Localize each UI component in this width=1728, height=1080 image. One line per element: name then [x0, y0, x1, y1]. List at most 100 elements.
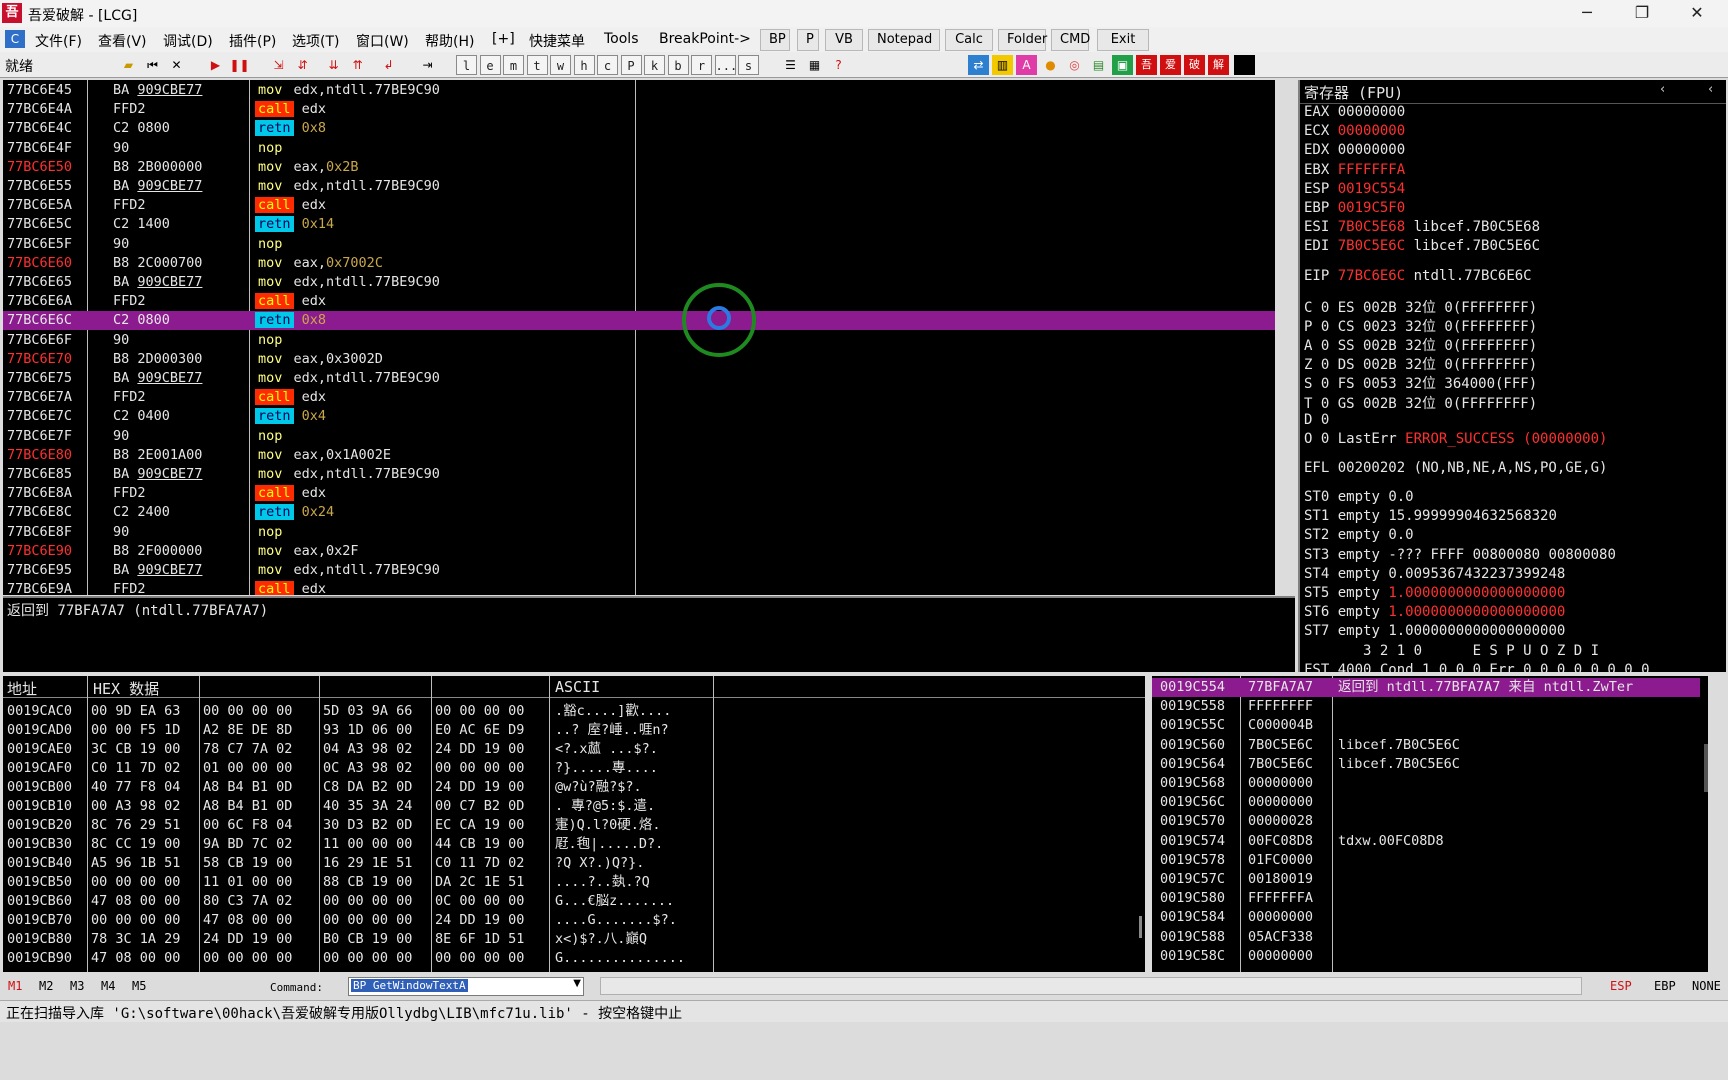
disasm-row[interactable]: 77BC6E8C C2 2400 retn 0x24 [3, 503, 1275, 522]
monitor-icon[interactable]: ▣ [1112, 55, 1133, 75]
stack-row[interactable]: 0019C568 00000000 [1152, 774, 1700, 793]
grid-view-icon[interactable]: ▦ [804, 55, 825, 75]
network-icon[interactable]: ▤ [1088, 55, 1109, 75]
trace-over-icon[interactable]: ⇈ [347, 55, 368, 75]
stack-scrollbar[interactable] [1704, 744, 1708, 792]
execute-till-return-icon[interactable]: ↲ [378, 55, 399, 75]
disasm-row[interactable]: 77BC6E80 B8 2E001A00 mov eax,0x1A002E [3, 446, 1275, 465]
menu-button-vb[interactable]: VB [825, 29, 863, 51]
stack-row[interactable]: 0019C56C 00000000 [1152, 793, 1700, 812]
stack-mode-none[interactable]: NONE [1692, 979, 1721, 993]
memory-tab-m3[interactable]: M3 [70, 979, 84, 993]
stack-row[interactable]: 0019C580 FFFFFFFA [1152, 889, 1700, 908]
hex-dump-pane[interactable]: 地址 HEX 数据 ASCII 0019CAC0 00 9D EA 63 00 00… [3, 676, 1145, 972]
dump-row[interactable]: 0019CB90 47 08 00 00 00 00 00 00 00 00 00 0… [3, 949, 1145, 968]
register-value[interactable]: 00000000 [1338, 142, 1405, 158]
dump-row[interactable]: 0019CB60 47 08 00 00 80 C3 7A 02 00 00 00 0… [3, 892, 1145, 911]
stack-mode-ebp[interactable]: EBP [1654, 979, 1676, 993]
memory-tab-m2[interactable]: M2 [39, 979, 53, 993]
plugin-icon[interactable]: ▥ [992, 55, 1013, 75]
rewind-icon[interactable]: ⏮ [142, 55, 163, 75]
help-icon[interactable]: ? [828, 55, 849, 75]
child-window-icon[interactable]: C [5, 30, 25, 48]
dump-row[interactable]: 0019CB40 A5 96 1B 51 58 CB 19 00 16 29 1E 5… [3, 854, 1145, 873]
step-over-icon[interactable]: ⇵ [292, 55, 313, 75]
dropdown-chevron-icon[interactable]: ▼ [573, 978, 581, 989]
stack-row[interactable]: 0019C57C 00180019 [1152, 870, 1700, 889]
menu-button-folder[interactable]: Folder [998, 29, 1047, 51]
disasm-row[interactable]: 77BC6E9A FFD2 call edx [3, 580, 1275, 595]
swap-icon[interactable]: ⇄ [968, 55, 989, 75]
stack-row[interactable]: 0019C560 7B0C5E6C libcef.7B0C5E6C [1152, 736, 1700, 755]
disasm-row[interactable]: 77BC6E95 BA 909CBE77 mov edx,ntdll.77BE9C9… [3, 561, 1275, 580]
window-button-9[interactable]: b [667, 55, 689, 75]
disasm-row[interactable]: 77BC6E4C C2 0800 retn 0x8 [3, 119, 1275, 138]
disasm-row[interactable]: 77BC6E7C C2 0400 retn 0x4 [3, 407, 1275, 426]
menu-button-cmd[interactable]: CMD [1051, 29, 1090, 51]
stack-row[interactable]: 0019C570 00000028 [1152, 812, 1700, 831]
disasm-row[interactable]: 77BC6E6A FFD2 call edx [3, 292, 1275, 311]
fpu-value[interactable]: 0.0095367432237399248 [1388, 566, 1565, 582]
trace-into-icon[interactable]: ⇊ [323, 55, 344, 75]
menu-button-p[interactable]: P [797, 29, 819, 51]
disasm-row[interactable]: 77BC6E4A FFD2 call edx [3, 100, 1275, 119]
disasm-row[interactable]: 77BC6E50 B8 2B000000 mov eax,0x2B [3, 158, 1275, 177]
ai-icon[interactable]: 爱 [1160, 55, 1181, 75]
stack-row[interactable]: 0019C558 FFFFFFFF [1152, 697, 1700, 716]
chevron-left-icon[interactable]: ‹ [1660, 82, 1665, 97]
disasm-row[interactable]: 77BC6E5A FFD2 call edx [3, 196, 1275, 215]
register-value[interactable]: 00000000 [1338, 104, 1405, 120]
window-button-8[interactable]: k [644, 55, 665, 75]
disasm-row[interactable]: 77BC6E55 BA 909CBE77 mov edx,ntdll.77BE9C9… [3, 177, 1275, 196]
menu-button-exit[interactable]: Exit [1097, 29, 1149, 51]
menu-button-bp[interactable]: BP [760, 29, 790, 51]
register-value[interactable]: 0019C5F0 [1338, 200, 1405, 216]
list-view-icon[interactable]: ☰ [780, 55, 801, 75]
close-process-icon[interactable]: ✕ [166, 55, 187, 75]
menu-item[interactable]: [+] [492, 31, 515, 47]
disasm-row[interactable]: 77BC6E85 BA 909CBE77 mov edx,ntdll.77BE9C9… [3, 465, 1275, 484]
dump-row[interactable]: 0019CB50 00 00 00 00 11 01 00 00 88 CB 19 0… [3, 873, 1145, 892]
open-folder-icon[interactable]: ▰ [118, 55, 139, 75]
window-button-5[interactable]: h [573, 55, 595, 75]
pause-icon[interactable]: ❚❚ [229, 55, 250, 75]
menu-item[interactable]: BreakPoint-> [659, 31, 751, 47]
stack-row[interactable]: 0019C554 77BFA7A7 返回到 ntdll.77BFA7A7 来自 nt… [1152, 678, 1700, 697]
stack-row[interactable]: 0019C584 00000000 [1152, 908, 1700, 927]
dump-row[interactable]: 0019CB10 00 A3 98 02 A8 B4 B1 0D 40 35 3A 2… [3, 797, 1145, 816]
stack-row[interactable]: 0019C564 7B0C5E6C libcef.7B0C5E6C [1152, 755, 1700, 774]
memory-tab-m4[interactable]: M4 [101, 979, 115, 993]
register-value[interactable]: 7B0C5E68 [1338, 219, 1405, 235]
fpu-value[interactable]: -??? FFFF 00800080 00800080 [1388, 547, 1616, 563]
dump-row[interactable]: 0019CAF0 C0 11 7D 02 01 00 00 00 0C A3 98 0… [3, 759, 1145, 778]
jie-icon[interactable]: 解 [1208, 55, 1229, 75]
black-box-icon[interactable] [1234, 55, 1255, 75]
go-to-icon[interactable]: ⇥ [417, 55, 438, 75]
dump-row[interactable]: 0019CB80 78 3C 1A 29 24 DD 19 00 B0 CB 19 0… [3, 930, 1145, 949]
window-button-10[interactable]: r [691, 55, 712, 75]
disasm-row[interactable]: 77BC6E90 B8 2F000000 mov eax,0x2F [3, 542, 1275, 561]
menu-item[interactable]: 文件(F) [35, 31, 82, 51]
dump-row[interactable]: 0019CAD0 00 00 F5 1D A2 8E DE 8D 93 1D 06 0… [3, 721, 1145, 740]
window-button-11[interactable]: ... [714, 55, 737, 75]
stack-row[interactable]: 0019C574 00FC08D8 tdxw.00FC08D8 [1152, 832, 1700, 851]
disasm-row[interactable]: 77BC6E5F 90 nop [3, 235, 1275, 254]
menu-button-notepad[interactable]: Notepad [868, 29, 940, 51]
disasm-row[interactable]: 77BC6E5C C2 1400 retn 0x14 [3, 215, 1275, 234]
disasm-row[interactable]: 77BC6E65 BA 909CBE77 mov edx,ntdll.77BE9C9… [3, 273, 1275, 292]
menu-item[interactable]: Tools [604, 31, 639, 47]
window-button-0[interactable]: l [456, 55, 477, 75]
command-input[interactable]: BP GetWindowTextA ▼ [348, 977, 584, 996]
register-value[interactable]: 77BC6E6C [1338, 268, 1405, 284]
dump-row[interactable]: 0019CB20 8C 76 29 51 00 6C F8 04 30 D3 B2 0… [3, 816, 1145, 835]
registers-pane[interactable]: 寄存器 (FPU) ‹ ‹ EAX 00000000 ECX 00000000 ED… [1298, 80, 1726, 672]
register-value[interactable]: 7B0C5E6C [1338, 238, 1405, 254]
dump-row[interactable]: 0019CAE0 3C CB 19 00 78 C7 7A 02 04 A3 98 0… [3, 740, 1145, 759]
dump-scrollbar[interactable] [1139, 916, 1142, 938]
fpu-value[interactable]: 15.99999904632568320 [1388, 508, 1557, 524]
stack-row[interactable]: 0019C55C C000004B [1152, 716, 1700, 735]
fpu-value[interactable]: 0.0 [1388, 489, 1413, 505]
fpu-value[interactable]: 1.0000000000000000000 [1388, 585, 1565, 601]
stack-row[interactable]: 0019C578 01FC0000 [1152, 851, 1700, 870]
stack-mode-esp[interactable]: ESP [1610, 979, 1632, 993]
